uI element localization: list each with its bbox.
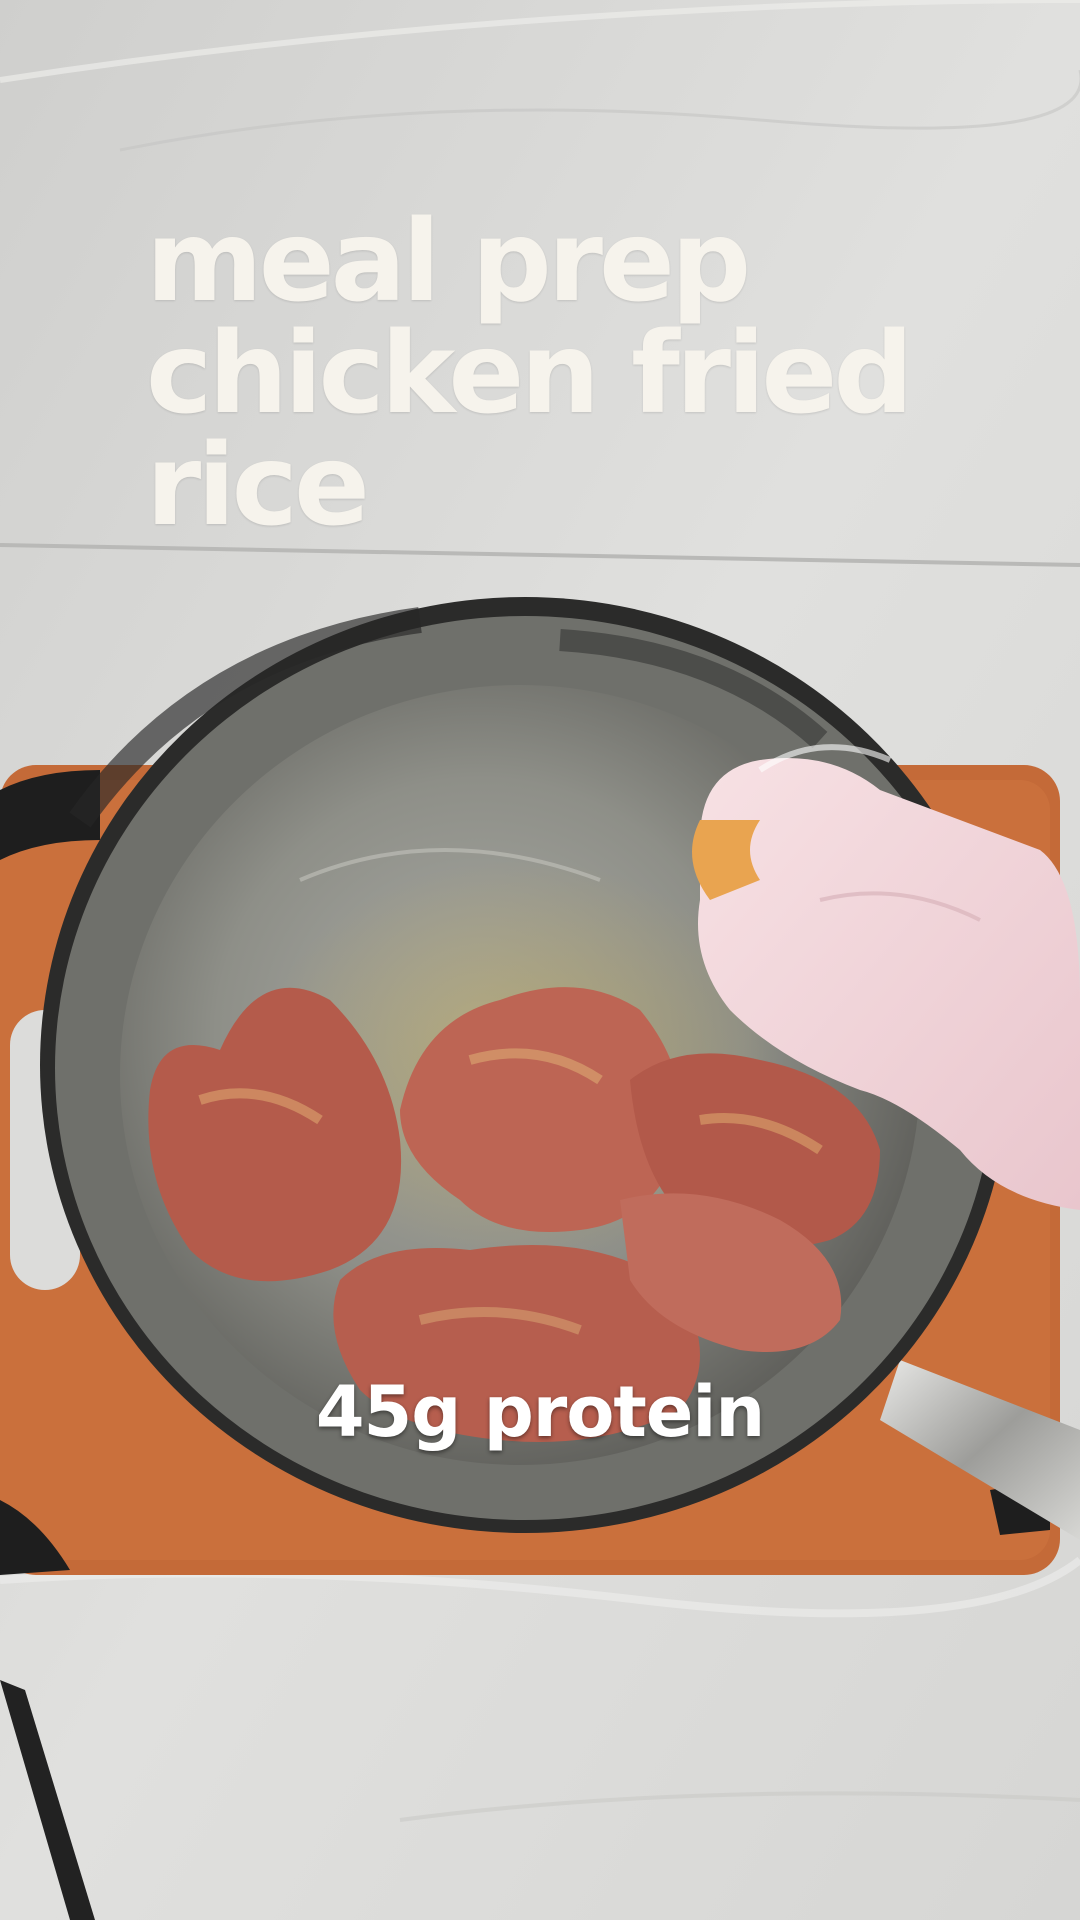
video-title-overlay: meal prep chicken fried rice (146, 206, 1046, 542)
protein-caption: 45g protein (315, 1371, 765, 1453)
title-line-2: chicken fried (146, 309, 914, 439)
title-line-1: meal prep (146, 197, 751, 327)
title-line-3: rice (146, 421, 370, 551)
